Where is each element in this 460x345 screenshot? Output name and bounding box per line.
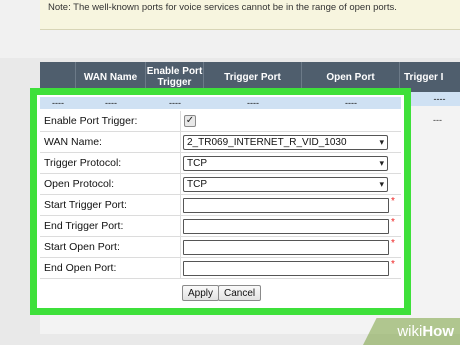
- end-open-port-label: End Open Port:: [44, 262, 117, 274]
- enable-port-trigger-cell: ✓: [180, 111, 401, 132]
- required-mark: *: [391, 196, 395, 207]
- wan-name-label: WAN Name:: [44, 136, 102, 148]
- wan-name-select[interactable]: 2_TR069_INTERNET_R_VID_1030 ▾: [183, 135, 388, 150]
- end-trigger-port-cell: *: [180, 216, 401, 237]
- checkbox-checked-icon: ✓: [185, 115, 195, 126]
- form-header-cell: ----: [105, 98, 117, 108]
- start-trigger-port-cell: *: [180, 195, 401, 216]
- end-open-port-row: End Open Port: *: [40, 258, 401, 279]
- end-trigger-port-label: End Trigger Port:: [44, 220, 124, 232]
- open-protocol-cell: TCP ▾: [180, 174, 401, 195]
- trigger-protocol-row: Trigger Protocol: TCP ▾: [40, 153, 401, 174]
- cancel-button[interactable]: Cancel: [218, 285, 262, 301]
- trigger-protocol-value: TCP: [187, 158, 207, 169]
- wan-name-row: WAN Name: 2_TR069_INTERNET_R_VID_1030 ▾: [40, 132, 401, 153]
- trigger-protocol-label: Trigger Protocol:: [44, 157, 122, 169]
- port-trigger-form-highlight: ---- ---- ---- ---- ---- Enable Port Tri…: [30, 88, 411, 315]
- start-open-port-cell: *: [180, 237, 401, 258]
- start-open-port-row: Start Open Port: *: [40, 237, 401, 258]
- start-open-port-label: Start Open Port:: [44, 241, 120, 253]
- watermark-how: How: [422, 323, 454, 340]
- port-trigger-form: ---- ---- ---- ---- ---- Enable Port Tri…: [40, 97, 401, 306]
- required-mark: *: [391, 217, 395, 228]
- note-area: Note: The well-known ports for voice ser…: [0, 0, 460, 58]
- end-trigger-port-row: End Trigger Port: *: [40, 216, 401, 237]
- open-protocol-row: Open Protocol: TCP ▾: [40, 174, 401, 195]
- enable-port-trigger-row: Enable Port Trigger: ✓: [40, 111, 401, 132]
- end-open-port-cell: *: [180, 258, 401, 279]
- enable-port-trigger-label: Enable Port Trigger:: [44, 115, 138, 127]
- open-protocol-label: Open Protocol:: [44, 178, 115, 190]
- chevron-down-icon: ▾: [379, 179, 384, 189]
- form-header-cell: ----: [247, 98, 259, 108]
- start-trigger-port-input[interactable]: [183, 198, 389, 213]
- required-mark: *: [391, 259, 395, 270]
- required-mark: *: [391, 238, 395, 249]
- end-open-port-input[interactable]: [183, 261, 389, 276]
- chevron-down-icon: ▾: [379, 158, 384, 168]
- start-trigger-port-label: Start Trigger Port:: [44, 199, 127, 211]
- form-header-row: ---- ---- ---- ---- ----: [40, 97, 401, 109]
- end-trigger-port-input[interactable]: [183, 219, 389, 234]
- open-protocol-select[interactable]: TCP ▾: [183, 177, 388, 192]
- trigger-protocol-select[interactable]: TCP ▾: [183, 156, 388, 171]
- wikihow-watermark: wiki How: [363, 318, 460, 345]
- watermark-wiki: wiki: [397, 323, 423, 340]
- trigger-protocol-cell: TCP ▾: [180, 153, 401, 174]
- start-trigger-port-row: Start Trigger Port: *: [40, 195, 401, 216]
- start-open-port-input[interactable]: [183, 240, 389, 255]
- apply-button[interactable]: Apply: [182, 285, 220, 301]
- wan-name-cell: 2_TR069_INTERNET_R_VID_1030 ▾: [180, 132, 401, 153]
- form-header-cell: ----: [345, 98, 357, 108]
- form-buttons: Apply Cancel: [180, 281, 401, 305]
- enable-port-trigger-checkbox[interactable]: ✓: [184, 115, 196, 127]
- form-header-cell: ----: [169, 98, 181, 108]
- open-protocol-value: TCP: [187, 179, 207, 190]
- note-text: Note: The well-known ports for voice ser…: [40, 0, 460, 30]
- form-header-cell: ----: [52, 98, 64, 108]
- chevron-down-icon: ▾: [379, 137, 384, 147]
- table-cell-right: ---: [433, 115, 442, 125]
- wan-name-value: 2_TR069_INTERNET_R_VID_1030: [187, 137, 347, 148]
